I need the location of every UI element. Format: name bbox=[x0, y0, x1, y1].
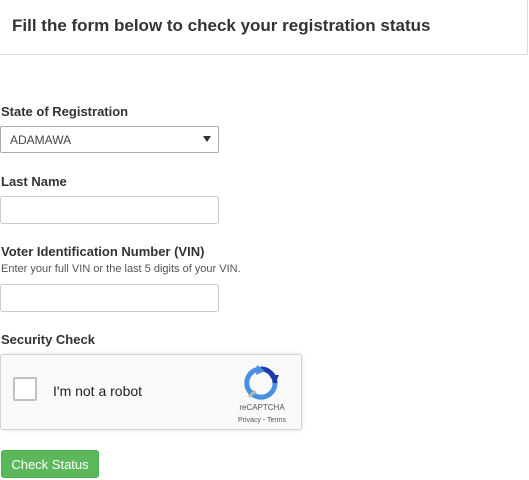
last-name-input[interactable] bbox=[0, 196, 219, 224]
vin-label: Voter Identification Number (VIN) bbox=[1, 244, 205, 259]
recaptcha-privacy-link[interactable]: Privacy bbox=[238, 417, 261, 424]
vin-input[interactable] bbox=[0, 284, 219, 312]
recaptcha-links: Privacy - Terms bbox=[229, 417, 295, 424]
last-name-label: Last Name bbox=[1, 174, 67, 189]
page-title: Fill the form below to check your regist… bbox=[12, 16, 431, 35]
dropdown-arrow-icon bbox=[203, 136, 211, 142]
recaptcha-checkbox[interactable] bbox=[13, 377, 37, 401]
form-header: Fill the form below to check your regist… bbox=[0, 0, 528, 55]
check-status-button[interactable]: Check Status bbox=[1, 450, 99, 478]
recaptcha-terms-link[interactable]: Terms bbox=[267, 417, 286, 424]
vin-help-text: Enter your full VIN or the last 5 digits… bbox=[1, 263, 241, 275]
recaptcha-brand-text: reCAPTCHA bbox=[239, 403, 285, 412]
recaptcha-widget: I'm not a robot reCAPTCHA Privacy - Term… bbox=[0, 354, 302, 430]
state-label: State of Registration bbox=[1, 104, 129, 119]
state-select[interactable]: ADAMAWA bbox=[0, 126, 219, 153]
security-check-label: Security Check bbox=[1, 332, 95, 347]
state-select-value: ADAMAWA bbox=[10, 133, 72, 147]
recaptcha-logo-icon bbox=[244, 365, 279, 400]
recaptcha-label: I'm not a robot bbox=[53, 383, 143, 399]
registration-status-page: Fill the form below to check your regist… bbox=[0, 0, 529, 480]
